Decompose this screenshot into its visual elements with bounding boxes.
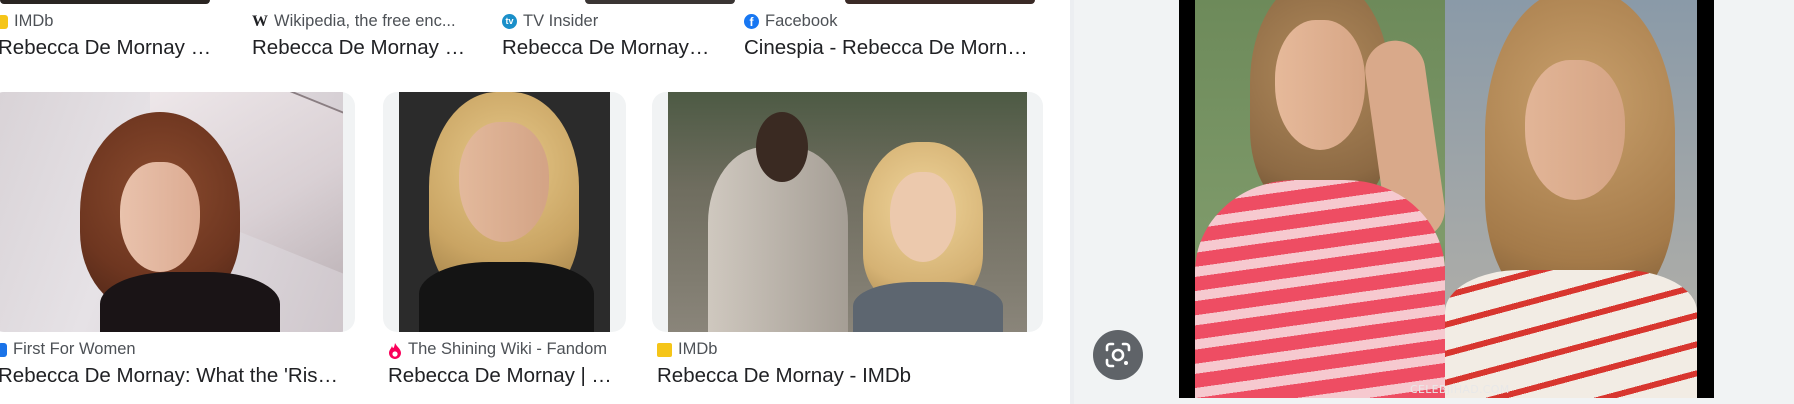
portrait-image — [0, 92, 343, 332]
source-label: Wikipedia, the free enc... — [274, 12, 456, 30]
preview-watermark: CELEBJIHAD.COM — [1410, 383, 1510, 396]
woman-face — [890, 172, 956, 262]
result-source: tv TV Insider — [502, 12, 598, 31]
thumb-strip-3[interactable] — [845, 0, 1035, 4]
woman-sweater — [853, 282, 1003, 332]
facebook-icon: f — [744, 14, 759, 29]
face-shape — [459, 122, 549, 242]
image-results-grid: IMDb Rebecca De Mornay - I... W Wikipedi… — [0, 0, 1070, 404]
result-title[interactable]: Rebecca De Mornay -... — [502, 36, 712, 60]
fandom-icon — [388, 342, 402, 359]
google-lens-button[interactable] — [1093, 330, 1143, 380]
preview-right-border — [1697, 0, 1714, 398]
first-for-women-icon — [0, 342, 7, 357]
result-thumbnail-1[interactable] — [0, 92, 355, 332]
face-shape — [1525, 60, 1625, 200]
imdb-icon — [0, 14, 8, 29]
result-title[interactable]: Rebecca De Mornay - IMDb — [657, 364, 1037, 388]
source-label: Facebook — [765, 12, 838, 30]
source-label: IMDb — [678, 340, 718, 358]
result-card-fandom[interactable]: The Shining Wiki - Fandom Rebecca De Mor… — [388, 340, 628, 400]
thumb-strip-1[interactable] — [0, 0, 210, 4]
result-card-firstforwomen[interactable]: First For Women Rebecca De Mornay: What … — [0, 340, 355, 400]
result-source: IMDb — [657, 340, 717, 359]
result-source: First For Women — [0, 340, 136, 359]
preview-left-photo — [1195, 0, 1445, 398]
movie-still-image — [668, 92, 1027, 332]
result-title[interactable]: Rebecca De Mornay - I... — [0, 36, 213, 60]
source-label: The Shining Wiki - Fandom — [408, 340, 607, 358]
man-head — [756, 112, 808, 182]
face-shape — [120, 162, 200, 272]
face-shape — [1275, 20, 1365, 150]
jacket-shape — [100, 272, 280, 332]
google-lens-icon — [1105, 342, 1131, 368]
result-title[interactable]: Rebecca De Mornay | Th... — [388, 364, 623, 388]
tv-insider-icon: tv — [502, 14, 517, 29]
result-title[interactable]: Rebecca De Mornay: What the 'Risky B... — [0, 364, 348, 388]
result-source: IMDb — [0, 12, 53, 31]
result-card-wikipedia[interactable]: W Wikipedia, the free enc... Rebecca De … — [250, 10, 490, 60]
result-thumbnail-3[interactable] — [652, 92, 1043, 332]
result-source: The Shining Wiki - Fandom — [388, 340, 607, 359]
sweater-shape — [1445, 270, 1697, 398]
result-thumbnail-2[interactable] — [383, 92, 626, 332]
preview-right-photo — [1445, 0, 1697, 398]
result-card-tvinsider[interactable]: tv TV Insider Rebecca De Mornay -... — [500, 10, 730, 60]
wikipedia-icon: W — [252, 12, 268, 30]
result-card-imdb-bottom[interactable]: IMDb Rebecca De Mornay - IMDb — [657, 340, 1047, 400]
result-card-facebook[interactable]: f Facebook Cinespia - Rebecca De Mornay … — [742, 10, 1042, 60]
result-source: W Wikipedia, the free enc... — [252, 12, 456, 31]
source-label: TV Insider — [523, 12, 599, 30]
source-label: IMDb — [14, 12, 54, 30]
thumb-strip-2[interactable] — [585, 0, 735, 4]
source-label: First For Women — [13, 340, 136, 358]
result-source: f Facebook — [744, 12, 837, 31]
result-title[interactable]: Rebecca De Mornay - ... — [252, 36, 467, 60]
striped-shirt — [1195, 180, 1445, 398]
result-card-imdb-top[interactable]: IMDb Rebecca De Mornay - I... — [0, 10, 235, 60]
portrait-image — [399, 92, 610, 332]
top-shape — [419, 262, 594, 332]
imdb-icon — [657, 342, 672, 357]
preview-image[interactable] — [1179, 0, 1714, 398]
result-title[interactable]: Cinespia - Rebecca De Mornay ... — [744, 36, 1039, 60]
